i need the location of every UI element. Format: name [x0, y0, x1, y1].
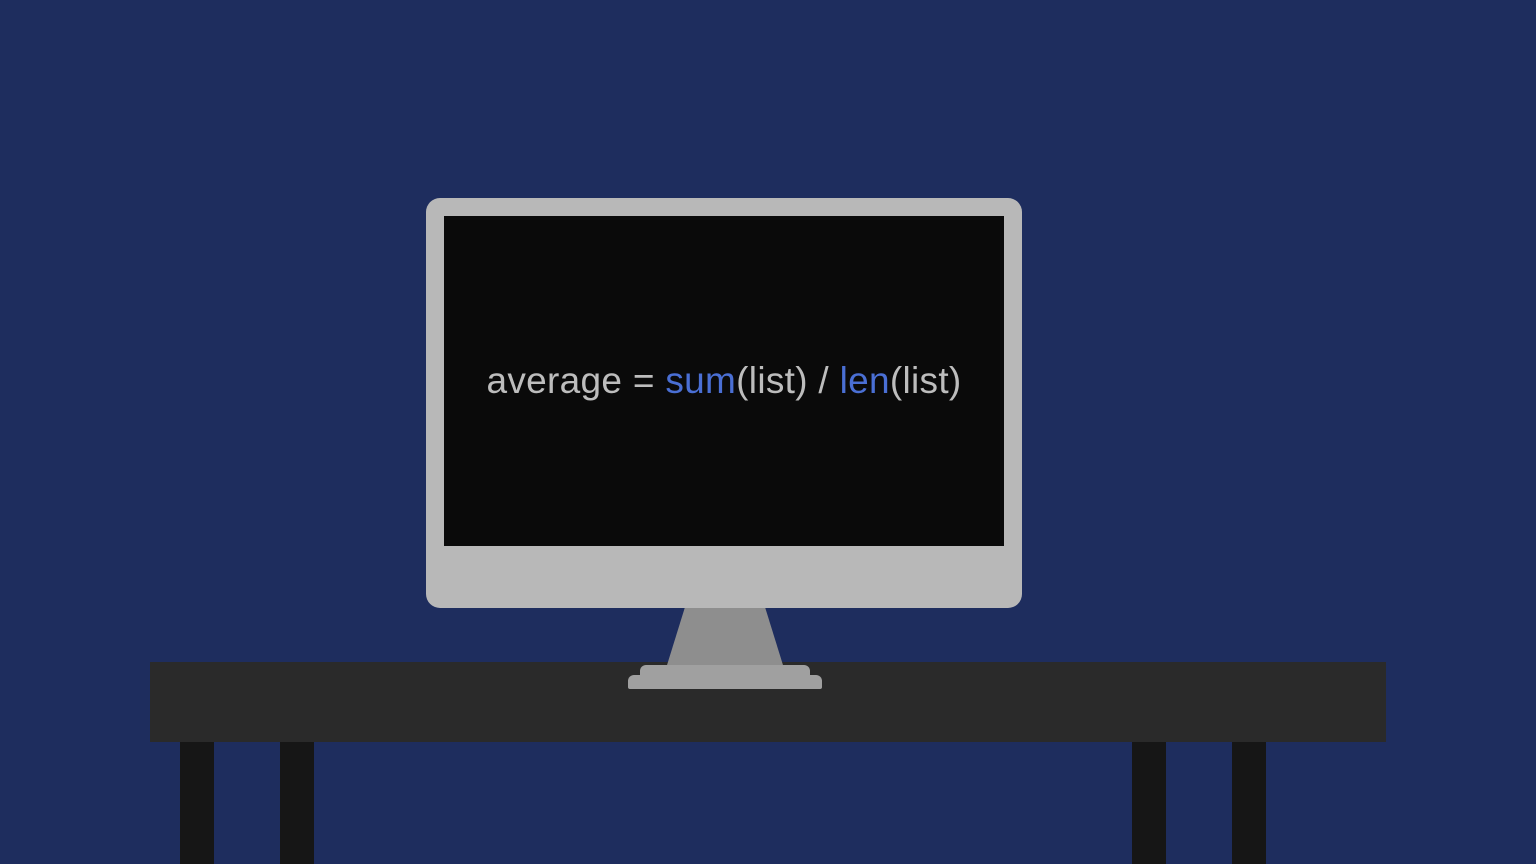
code-keyword-sum: sum — [665, 360, 736, 401]
desk-leg — [1232, 742, 1266, 864]
desk-leg — [1132, 742, 1166, 864]
code-text: (list) — [890, 360, 962, 401]
code-keyword-len: len — [840, 360, 890, 401]
code-text: average = — [486, 360, 665, 401]
desk-leg — [280, 742, 314, 864]
monitor-stand-base — [628, 675, 822, 689]
desk-leg — [180, 742, 214, 864]
monitor-screen: average = sum(list) / len(list) — [444, 216, 1004, 546]
code-line: average = sum(list) / len(list) — [486, 360, 961, 402]
code-text: (list) / — [736, 360, 839, 401]
